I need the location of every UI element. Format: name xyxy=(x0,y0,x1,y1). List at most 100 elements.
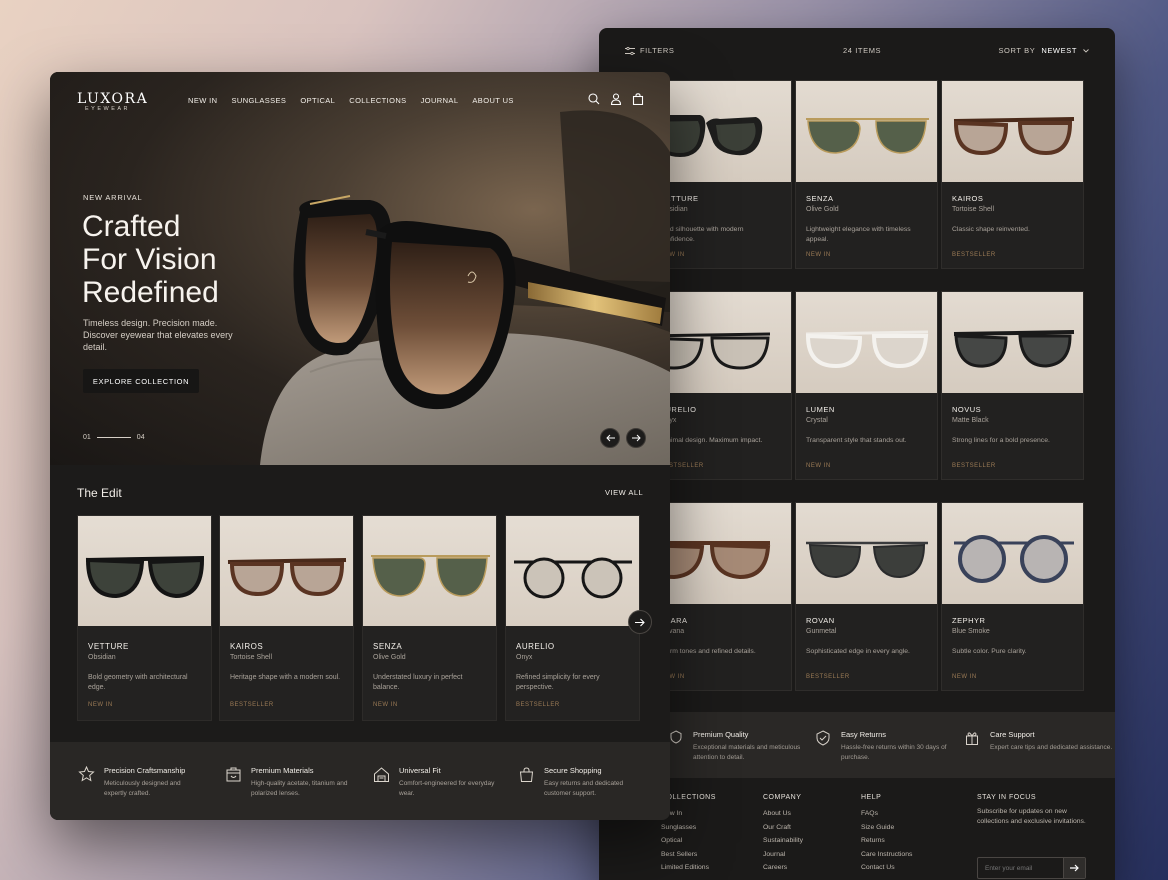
footer-link-returns[interactable]: Returns xyxy=(861,834,912,848)
prev-slide-button[interactable] xyxy=(600,428,620,448)
product-name: KAIROS xyxy=(230,642,264,651)
edit-card-senza[interactable]: SENZA Olive Gold Understated luxury in p… xyxy=(362,515,497,721)
footer-link-about-us[interactable]: About Us xyxy=(763,807,803,821)
product-badge: NEW IN xyxy=(806,252,831,258)
product-badge: BESTSELLER xyxy=(806,674,850,680)
storefront-window: LUXORA EYEWEAR NEW IN SUNGLASSES OPTICAL… xyxy=(50,72,670,820)
sort-value: NEWEST xyxy=(1041,46,1077,55)
product-image xyxy=(220,516,353,626)
filters-button[interactable]: FILTERS xyxy=(625,46,674,55)
benefit-title: Precision Craftsmanship xyxy=(104,766,186,775)
product-description: Heritage shape with a modern soul. xyxy=(230,674,341,681)
footer-link-sustainability[interactable]: Sustainability xyxy=(763,834,803,848)
nav-item-collections[interactable]: COLLECTIONS xyxy=(349,96,406,105)
grid-card-kairos[interactable]: KAIROS Tortoise Shell Classic shape rein… xyxy=(941,80,1084,269)
footer-link-contact-us[interactable]: Contact Us xyxy=(861,861,912,875)
grid-card-lumen[interactable]: LUMEN Crystal Transparent style that sta… xyxy=(795,291,938,480)
product-name: SENZA xyxy=(373,642,403,651)
nav-item-sunglasses[interactable]: SUNGLASSES xyxy=(231,96,286,105)
product-description: Sophisticated edge in every angle. xyxy=(806,648,910,655)
grid-card-zephyr[interactable]: ZEPHYR Blue Smoke Subtle color. Pure cla… xyxy=(941,502,1084,691)
slide-indicator: 01 04 xyxy=(83,434,145,441)
footer-heading: COMPANY xyxy=(763,794,802,801)
product-badge: NEW IN xyxy=(952,674,977,680)
edit-card-vetture[interactable]: VETTURE Obsidian Bold geometry with arch… xyxy=(77,515,212,721)
product-badge: BESTSELLER xyxy=(516,702,560,708)
glasses-novus xyxy=(953,330,1075,368)
product-description: Bold geometry with architectural edge. xyxy=(88,674,188,691)
product-description: Transparent style that stands out. xyxy=(806,437,907,444)
footer-link-sunglasses[interactable]: Sunglasses xyxy=(661,821,716,835)
subscribe-button[interactable] xyxy=(1063,858,1085,878)
product-image xyxy=(942,81,1083,182)
product-material: Gunmetal xyxy=(806,628,837,635)
footer-link-care-instructions[interactable]: Care Instructions xyxy=(861,848,912,862)
product-material: Matte Black xyxy=(952,417,989,424)
grid-card-clara[interactable]: CLARA Havana Warm tones and refined deta… xyxy=(649,502,792,691)
product-image xyxy=(796,81,937,182)
footer-link-optical[interactable]: Optical xyxy=(661,834,716,848)
nav-item-journal[interactable]: JOURNAL xyxy=(421,96,459,105)
glasses-vetture xyxy=(85,556,205,599)
product-image xyxy=(942,292,1083,393)
footer-link-our-craft[interactable]: Our Craft xyxy=(763,821,803,835)
grid-card-rovan[interactable]: ROVAN Gunmetal Sophisticated edge in eve… xyxy=(795,502,938,691)
grid-card-senza[interactable]: SENZA Olive Gold Lightweight elegance wi… xyxy=(795,80,938,269)
carousel-next-button[interactable] xyxy=(628,610,652,634)
sort-dropdown[interactable]: SORT BY NEWEST xyxy=(998,46,1089,55)
search-icon[interactable] xyxy=(588,93,600,105)
product-image xyxy=(942,503,1083,604)
slide-total: 04 xyxy=(136,434,145,441)
view-all-link[interactable]: VIEW ALL xyxy=(605,488,643,497)
grid-card-aurelio[interactable]: AURELIO Onyx Minimal design. Maximum imp… xyxy=(649,291,792,480)
next-slide-button[interactable] xyxy=(626,428,646,448)
nav-item-about-us[interactable]: ABOUT US xyxy=(472,96,513,105)
grid-card-vetture[interactable]: VETTURE Obsidian Bold silhouette with mo… xyxy=(649,80,792,269)
benefit-easy-returns: Easy Returns Hassle-free returns within 3… xyxy=(815,730,971,762)
slide-current: 01 xyxy=(83,434,91,441)
product-badge: NEW IN xyxy=(806,463,831,469)
footer-link-best-sellers[interactable]: Best Sellers xyxy=(661,848,716,862)
product-description: Understated luxury in perfect balance. xyxy=(373,674,463,691)
benefit-desc: Easy returns and dedicated customer supp… xyxy=(544,780,624,797)
catalog-benefits-bar: Premium Quality Exceptional materials and… xyxy=(599,712,1115,778)
footer-help: HELP FAQs Size Guide Returns Care Instru… xyxy=(861,794,912,875)
email-field[interactable] xyxy=(978,858,1064,878)
nav-item-new-in[interactable]: NEW IN xyxy=(188,96,217,105)
brand-logo[interactable]: LUXORA EYEWEAR xyxy=(77,91,148,112)
nav-item-optical[interactable]: OPTICAL xyxy=(300,96,335,105)
user-icon[interactable] xyxy=(610,93,622,105)
product-description: Classic shape reinvented. xyxy=(952,226,1030,233)
explore-collection-button[interactable]: EXPLORE COLLECTION xyxy=(83,369,199,393)
benefit-desc: Comfort-engineered for everyday wear. xyxy=(399,780,495,797)
footer-link-limited-editions[interactable]: Limited Editions xyxy=(661,861,716,875)
footer-link-size-guide[interactable]: Size Guide xyxy=(861,821,912,835)
footer-link-journal[interactable]: Journal xyxy=(763,848,803,862)
slide-progress-line xyxy=(96,437,131,438)
item-count: 24 ITEMS xyxy=(843,46,882,55)
filters-label: FILTERS xyxy=(640,46,675,55)
benefit-title: Premium Quality xyxy=(693,730,749,739)
benefit-desc: Expert care tips and dedicated assistanc… xyxy=(990,744,1113,751)
footer-link-faqs[interactable]: FAQs xyxy=(861,807,912,821)
edit-card-kairos[interactable]: KAIROS Tortoise Shell Heritage shape wit… xyxy=(219,515,354,721)
badge-icon xyxy=(670,730,682,744)
product-badge: BESTSELLER xyxy=(952,463,996,469)
catalog-window: FILTERS 24 ITEMS SORT BY NEWEST VETTURE … xyxy=(599,28,1115,880)
main-navigation: LUXORA EYEWEAR NEW IN SUNGLASSES OPTICAL… xyxy=(50,72,670,128)
product-material: Obsidian xyxy=(88,654,116,661)
shopping-bag-icon[interactable] xyxy=(632,93,644,105)
glasses-aurelio xyxy=(514,557,632,599)
glasses-kairos xyxy=(227,558,347,597)
footer-link-careers[interactable]: Careers xyxy=(763,861,803,875)
product-material: Onyx xyxy=(516,654,533,661)
hero-eyebrow: NEW ARRIVAL xyxy=(83,193,143,202)
benefits-bar: Precision Craftsmanship Meticulously desi… xyxy=(50,742,670,820)
newsletter-title: STAY IN FOCUS xyxy=(977,794,1037,801)
benefit-desc: Exceptional materials and meticulous att… xyxy=(693,744,801,761)
glasses-kairos xyxy=(953,117,1075,156)
product-description: Warm tones and refined details. xyxy=(660,648,756,655)
product-badge: BESTSELLER xyxy=(952,252,996,258)
grid-card-novus[interactable]: NOVUS Matte Black Strong lines for a bol… xyxy=(941,291,1084,480)
edit-card-aurelio[interactable]: AURELIO Onyx Refined simplicity for ever… xyxy=(505,515,640,721)
